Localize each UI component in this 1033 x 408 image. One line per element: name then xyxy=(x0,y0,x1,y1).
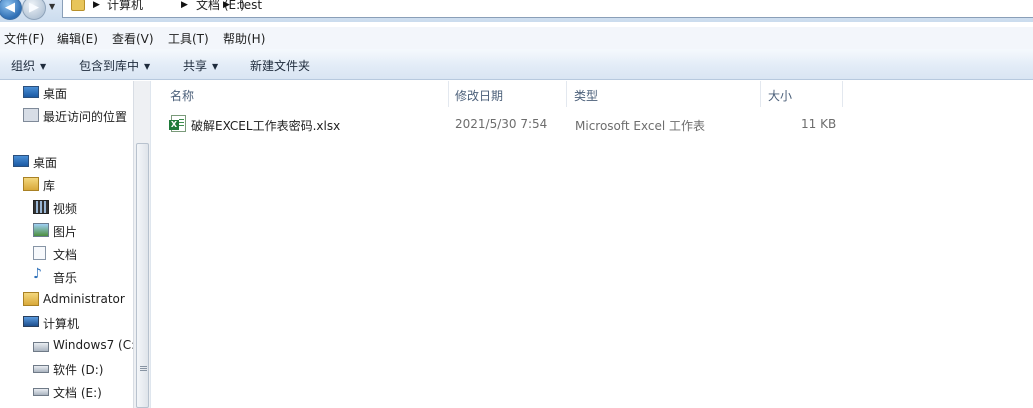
forward-button[interactable]: ▶ xyxy=(22,0,46,20)
menu-bar: 文件(F) 编辑(E) 查看(V) 工具(T) 帮助(H) xyxy=(0,27,1033,49)
file-row[interactable]: 破解EXCEL工作表密码.xlsx 2021/5/30 7:54 Microso… xyxy=(151,114,1033,136)
desktop-icon xyxy=(23,86,39,98)
breadcrumb-computer[interactable]: 计算机 xyxy=(107,0,143,12)
nav-label: 桌面 xyxy=(43,87,68,101)
excel-file-icon xyxy=(169,115,186,132)
menu-edit[interactable]: 编辑(E) xyxy=(57,30,98,47)
chevron-right-icon[interactable]: ▶ xyxy=(93,0,100,12)
recent-places-icon xyxy=(23,108,39,122)
nav-label: Administrator xyxy=(43,292,125,306)
include-in-library-label: 包含到库中 xyxy=(79,59,140,73)
music-icon: ♪ xyxy=(33,266,42,282)
navigation-pane: 桌面 最近访问的位置 桌面 库 视频 图片 文档 ♪ 音乐 Administra… xyxy=(0,81,133,408)
breadcrumb-drive-e[interactable]: 文档 (E:) xyxy=(196,0,245,12)
chevron-right-icon[interactable]: ▶ xyxy=(223,0,230,12)
nav-label: 最近访问的位置 xyxy=(43,110,128,124)
nav-label: 图片 xyxy=(53,225,78,239)
drive-icon xyxy=(33,365,49,373)
picture-icon xyxy=(33,223,49,237)
organize-button[interactable]: 组织 ▼ xyxy=(11,57,46,74)
breadcrumb-test[interactable]: test xyxy=(239,0,262,12)
nav-label: 视频 xyxy=(53,202,78,216)
column-divider[interactable] xyxy=(448,81,449,107)
share-label: 共享 xyxy=(183,59,208,73)
recent-pages-dropdown-icon[interactable]: ▼ xyxy=(49,2,55,11)
nav-label: 音乐 xyxy=(53,271,78,285)
chevron-down-icon: ▼ xyxy=(40,62,47,71)
menu-view[interactable]: 查看(V) xyxy=(112,30,154,47)
column-divider[interactable] xyxy=(760,81,761,107)
chevron-right-icon[interactable]: ▶ xyxy=(181,0,188,12)
file-modified: 2021/5/30 7:54 xyxy=(455,117,548,131)
computer-icon xyxy=(23,316,39,327)
menu-file[interactable]: 文件(F) xyxy=(4,30,44,47)
scrollbar-thumb[interactable] xyxy=(136,143,149,408)
video-icon xyxy=(33,200,49,214)
nav-label: Windows7 (C: xyxy=(53,338,133,352)
drive-icon xyxy=(33,388,49,396)
file-name: 破解EXCEL工作表密码.xlsx xyxy=(191,119,341,133)
menu-help[interactable]: 帮助(H) xyxy=(223,30,265,47)
menu-tools[interactable]: 工具(T) xyxy=(168,30,209,47)
column-divider[interactable] xyxy=(566,81,567,107)
column-header-row: 名称 修改日期 类型 大小 xyxy=(151,81,1033,107)
nav-label: 文档 xyxy=(53,248,78,262)
nav-label: 软件 (D:) xyxy=(53,363,104,377)
file-size: 11 KB xyxy=(801,117,837,131)
chevron-down-icon: ▼ xyxy=(144,62,151,71)
nav-label: 计算机 xyxy=(43,317,80,331)
column-header-modified[interactable]: 修改日期 xyxy=(455,87,503,104)
nav-label: 文档 (E:) xyxy=(53,386,102,400)
column-header-name[interactable]: 名称 xyxy=(170,87,194,104)
folder-icon xyxy=(71,0,85,11)
chevron-down-icon: ▼ xyxy=(212,62,219,71)
desktop-icon xyxy=(13,155,29,167)
file-type: Microsoft Excel 工作表 xyxy=(575,119,706,133)
column-divider[interactable] xyxy=(842,81,843,107)
share-button[interactable]: 共享 ▼ xyxy=(183,57,218,74)
nav-pane-scrollbar[interactable] xyxy=(133,81,150,408)
column-header-type[interactable]: 类型 xyxy=(574,87,598,104)
nav-label: 库 xyxy=(43,179,56,193)
new-folder-button[interactable]: 新建文件夹 xyxy=(250,57,310,74)
command-bar: 组织 ▼ 包含到库中 ▼ 共享 ▼ 新建文件夹 xyxy=(0,49,1033,80)
include-in-library-button[interactable]: 包含到库中 ▼ xyxy=(79,57,150,74)
library-folder-icon xyxy=(23,177,39,191)
breadcrumb[interactable]: ▶ 计算机 ▶ 文档 (E:) ▶ test xyxy=(62,0,1033,18)
document-icon xyxy=(33,246,46,260)
organize-label: 组织 xyxy=(11,59,36,73)
user-folder-icon xyxy=(23,292,39,306)
back-button[interactable]: ◀ xyxy=(0,0,22,20)
windows-drive-icon xyxy=(33,342,49,352)
grip-icon xyxy=(140,366,147,367)
column-header-size[interactable]: 大小 xyxy=(768,87,792,104)
nav-label: 桌面 xyxy=(33,156,58,170)
address-bar: ◀ ▶ ▼ ▶ 计算机 ▶ 文档 (E:) ▶ test xyxy=(0,0,1033,22)
